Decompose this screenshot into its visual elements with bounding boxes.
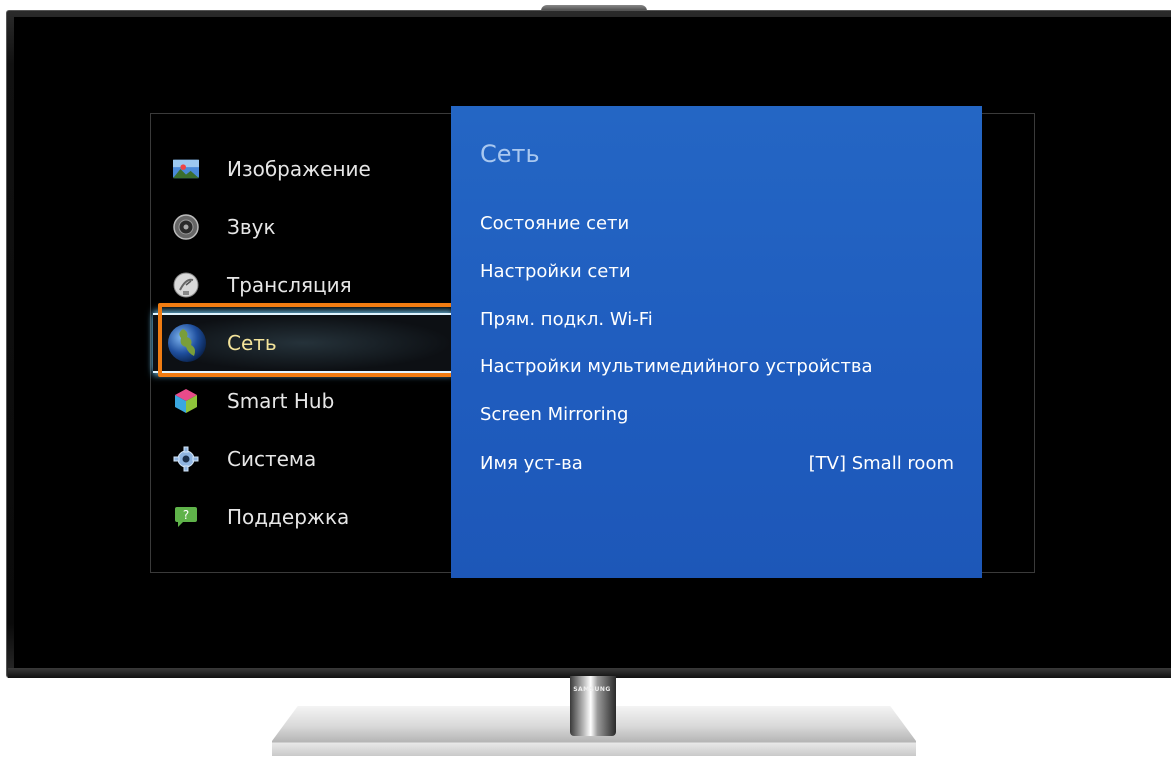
submenu-item-wifi-direct[interactable]: Прям. подкл. Wi-Fi	[480, 304, 954, 334]
selection-highlight-box	[158, 303, 456, 377]
tv-stand-neck	[570, 676, 616, 736]
submenu-item-label: Настройки сети	[480, 260, 631, 282]
side-menu-item-label: Изображение	[227, 157, 371, 181]
side-menu-item-support[interactable]: ? Поддержка	[151, 492, 451, 542]
submenu-item-screen-mirroring[interactable]: Screen Mirroring	[480, 399, 954, 429]
svg-text:?: ?	[183, 508, 189, 522]
side-menu-item-label: Звук	[227, 215, 276, 239]
satellite-dish-icon	[173, 272, 199, 298]
smart-hub-cube-icon	[173, 388, 199, 414]
submenu-item-label: Настройки мультимедийного устройства	[480, 355, 873, 377]
side-menu-item-system[interactable]: Система	[151, 434, 451, 484]
picture-icon	[173, 156, 199, 182]
side-menu-item-label: Smart Hub	[227, 389, 335, 413]
side-menu-item-smart-hub[interactable]: Smart Hub	[151, 376, 451, 426]
help-bubble-icon: ?	[173, 504, 199, 530]
side-menu-item-label: Поддержка	[227, 505, 350, 529]
submenu-item-network-settings[interactable]: Настройки сети	[480, 256, 954, 286]
side-menu-item-label: Система	[227, 447, 317, 471]
side-menu-item-sound[interactable]: Звук	[151, 202, 451, 252]
submenu-item-label: Состояние сети	[480, 212, 630, 234]
submenu-title: Сеть	[480, 140, 540, 168]
brand-logo: SAMSUNG	[573, 686, 611, 693]
submenu-item-network-status[interactable]: Состояние сети	[480, 208, 954, 238]
device-name-value: [TV] Small room	[808, 452, 954, 474]
submenu-item-label: Screen Mirroring	[480, 403, 629, 425]
side-menu-item-picture[interactable]: Изображение	[151, 144, 451, 194]
side-menu-item-label: Трансляция	[227, 273, 352, 297]
submenu-item-label: Прям. подкл. Wi-Fi	[480, 308, 653, 330]
submenu-item-multimedia-settings[interactable]: Настройки мультимедийного устройства	[480, 351, 954, 381]
network-submenu: Сеть Состояние сети Настройки сети Прям.…	[451, 106, 982, 578]
submenu-item-device-name[interactable]: Имя уст-ва [TV] Small room	[480, 448, 954, 478]
speaker-icon	[173, 214, 199, 240]
submenu-item-label: Имя уст-ва	[480, 452, 583, 474]
gear-icon	[173, 446, 199, 472]
